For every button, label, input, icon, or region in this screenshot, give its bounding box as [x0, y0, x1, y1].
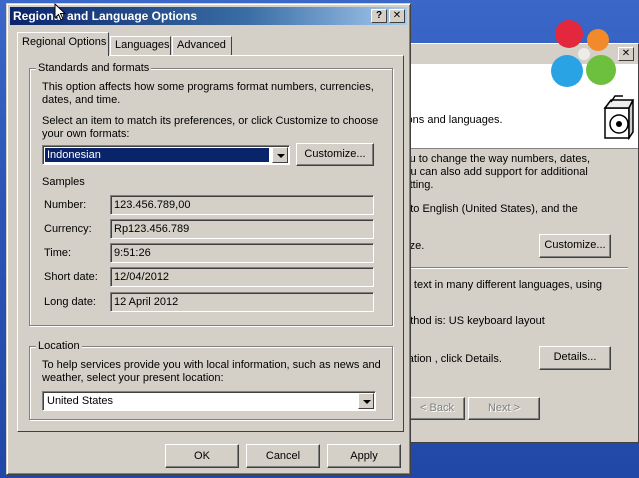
background-next-button[interactable]: Next > — [468, 397, 540, 420]
mouse-pointer-icon — [54, 3, 66, 21]
tab-regional-options[interactable]: Regional Options — [17, 32, 109, 56]
regional-language-options-dialog[interactable]: Regional and Language Options ? ✕ Region… — [6, 3, 411, 475]
sample-value-long-date: 12 April 2012 — [110, 292, 374, 312]
background-text-line: you to change the way numbers, dates, — [398, 153, 591, 165]
ok-label: OK — [194, 450, 210, 462]
ok-button[interactable]: OK — [165, 444, 239, 468]
select-instruction: your own formats: — [42, 128, 130, 140]
sample-label-short-date: Short date: — [44, 271, 98, 283]
background-wizard-window[interactable]: ✕ gions and languages. you to change the… — [395, 43, 639, 443]
standards-formats-group: Standards and formats This option affect… — [29, 62, 393, 326]
chevron-down-icon[interactable] — [272, 147, 288, 163]
background-details-label: Details... — [553, 351, 597, 363]
background-text-line: et to English (United States), and the — [398, 203, 578, 215]
location-description: weather, select your present location: — [42, 372, 224, 384]
tab-label: Languages — [115, 39, 170, 51]
sample-value-short-date: 12/04/2012 — [110, 267, 374, 287]
background-back-button[interactable]: < Back — [409, 397, 465, 420]
background-next-label: Next > — [487, 402, 521, 414]
background-text-line: uration , click Details. — [398, 353, 502, 365]
location-description: To help services provide you with local … — [42, 359, 381, 371]
tab-label: Advanced — [177, 39, 226, 51]
background-details-button[interactable]: Details... — [539, 346, 611, 370]
customize-button[interactable]: Customize... — [296, 143, 374, 166]
background-back-label: < Back — [420, 402, 454, 414]
background-text-line: nethod is: US keyboard layout — [398, 315, 545, 327]
close-button[interactable]: ✕ — [389, 9, 405, 23]
format-select[interactable]: Indonesian — [42, 145, 290, 165]
apply-label: Apply — [350, 450, 378, 462]
cancel-button[interactable]: Cancel — [246, 444, 320, 468]
background-customize-button[interactable]: Customize... — [539, 234, 611, 258]
location-select[interactable]: United States — [42, 391, 376, 411]
location-group: Location To help services provide you wi… — [29, 340, 393, 420]
samples-heading: Samples — [42, 176, 85, 188]
tab-label: Regional Options — [22, 36, 107, 48]
customize-label: Customize... — [304, 148, 366, 160]
cd-box-icon — [603, 95, 635, 140]
location-select-value: United States — [47, 395, 114, 407]
dialog-titlebar[interactable]: Regional and Language Options ? ✕ — [10, 7, 407, 25]
select-instruction: Select an item to match its preferences,… — [42, 115, 379, 127]
regional-options-panel: Standards and formats This option affect… — [17, 55, 404, 432]
sample-value-number: 123.456.789,00 — [110, 195, 374, 215]
help-button[interactable]: ? — [371, 9, 387, 23]
tab-languages[interactable]: Languages — [110, 36, 171, 55]
location-legend: Location — [36, 340, 82, 352]
sample-label-currency: Currency: — [44, 223, 92, 235]
dialog-title: Regional and Language Options — [13, 9, 198, 23]
format-select-value: Indonesian — [45, 148, 269, 162]
background-text-line: You can also add support for additional — [398, 166, 588, 178]
background-window-close-button[interactable]: ✕ — [618, 47, 634, 61]
standards-description: dates, and time. — [42, 94, 121, 106]
chevron-down-icon[interactable] — [358, 393, 374, 409]
windows-logo-icon — [551, 20, 616, 87]
sample-label-number: Number: — [44, 199, 87, 211]
background-customize-label: Customize... — [544, 239, 606, 251]
sample-value-currency: Rp123.456.789 — [110, 219, 374, 239]
sample-label-long-date: Long date: — [44, 296, 96, 308]
tab-advanced[interactable]: Advanced — [172, 36, 232, 55]
standards-description: This option affects how some programs fo… — [42, 81, 374, 93]
sample-value-time: 9:51:26 — [110, 243, 374, 263]
apply-button[interactable]: Apply — [327, 444, 401, 468]
cancel-label: Cancel — [265, 450, 301, 462]
background-separator — [396, 267, 628, 269]
background-header-text: gions and languages. — [398, 114, 503, 126]
background-text-line: ter text in many different languages, us… — [398, 279, 603, 291]
sample-label-time: Time: — [44, 247, 72, 259]
standards-formats-legend: Standards and formats — [36, 62, 152, 74]
